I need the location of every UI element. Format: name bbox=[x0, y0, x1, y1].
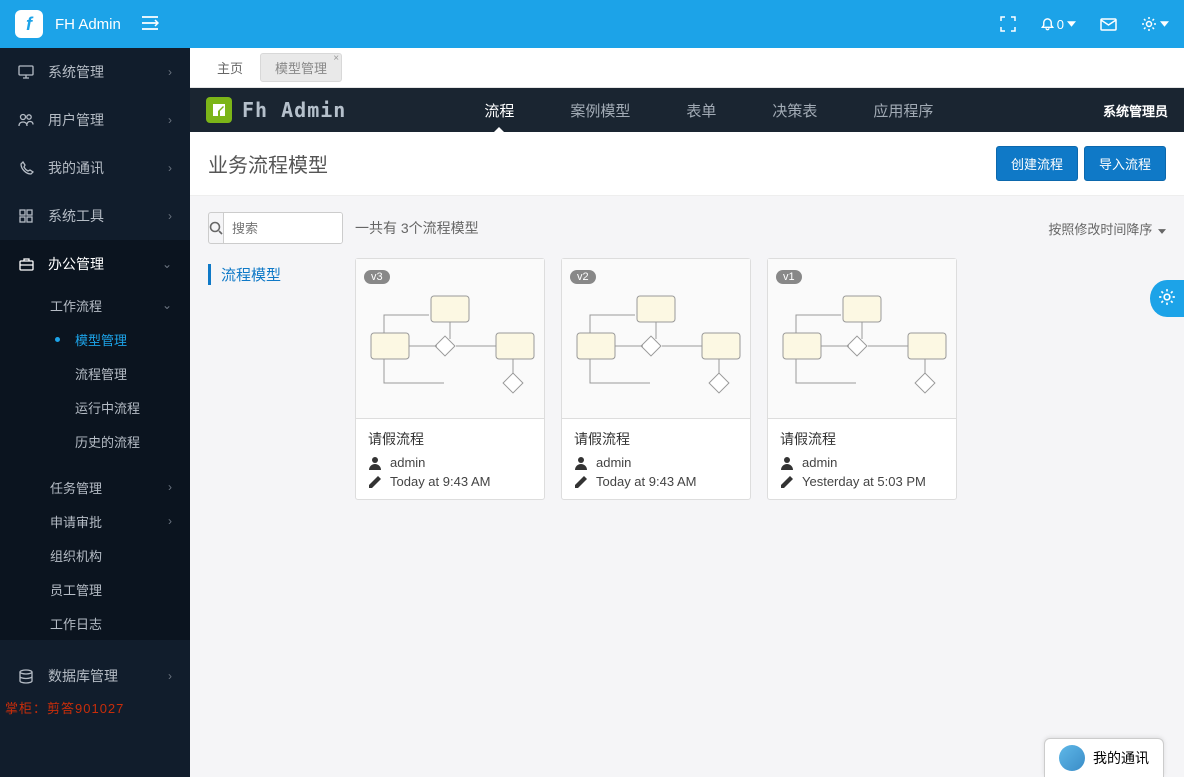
chevron-down-icon: ⌄ bbox=[162, 257, 172, 271]
sidebar-item-contacts[interactable]: 我的通讯 › bbox=[0, 144, 190, 192]
process-card[interactable]: v2 请假流程 admin Today at 9:43 AM bbox=[561, 258, 751, 500]
float-settings-icon[interactable] bbox=[1150, 280, 1184, 317]
sub-history-process[interactable]: 历史的流程 bbox=[0, 424, 190, 458]
version-badge: v2 bbox=[570, 270, 596, 284]
create-process-button[interactable]: 创建流程 bbox=[996, 146, 1078, 181]
inner-nav-app[interactable]: 应用程序 bbox=[845, 88, 961, 132]
sidebar-item-tools[interactable]: 系统工具 › bbox=[0, 192, 190, 240]
user-icon bbox=[368, 456, 382, 470]
monitor-icon bbox=[18, 65, 34, 79]
chevron-right-icon: › bbox=[168, 480, 172, 494]
fullscreen-icon[interactable] bbox=[1000, 16, 1016, 32]
sidebar-item-system[interactable]: 系统管理 › bbox=[0, 48, 190, 96]
version-badge: v3 bbox=[364, 270, 390, 284]
grid-icon bbox=[18, 209, 34, 223]
sidebar-item-database[interactable]: 数据库管理 › bbox=[0, 652, 190, 700]
chevron-right-icon: › bbox=[168, 669, 172, 683]
sub-process-mgmt[interactable]: 流程管理 bbox=[0, 356, 190, 390]
phone-icon bbox=[18, 161, 34, 176]
app-name: FH Admin bbox=[55, 16, 121, 33]
inner-logo-icon bbox=[206, 97, 232, 123]
card-title: 请假流程 bbox=[574, 429, 738, 449]
pencil-icon bbox=[368, 475, 382, 489]
user-icon bbox=[780, 456, 794, 470]
sub-task-mgmt[interactable]: 任务管理› bbox=[0, 470, 190, 504]
pencil-icon bbox=[574, 475, 588, 489]
inner-nav-process[interactable]: 流程 bbox=[456, 88, 542, 132]
import-process-button[interactable]: 导入流程 bbox=[1084, 146, 1166, 181]
sidebar-item-users[interactable]: 用户管理 › bbox=[0, 96, 190, 144]
settings-icon[interactable] bbox=[1141, 16, 1169, 32]
chevron-right-icon: › bbox=[168, 209, 172, 223]
sub-employee[interactable]: 员工管理 bbox=[0, 572, 190, 606]
process-card[interactable]: v3 请假流程 admin Today at 9:43 AM bbox=[355, 258, 545, 500]
workflow-thumb-icon bbox=[572, 291, 742, 409]
sort-dropdown[interactable]: 按照修改时间降序 bbox=[1048, 219, 1166, 238]
pencil-icon bbox=[780, 475, 794, 489]
briefcase-icon bbox=[18, 258, 34, 271]
search-box bbox=[208, 212, 343, 244]
sub-workflow[interactable]: 工作流程 ⌄ bbox=[0, 288, 190, 322]
watermark-text: 掌柜：剪答901027 bbox=[5, 698, 124, 717]
menu-toggle-icon[interactable] bbox=[141, 16, 159, 33]
sub-running-process[interactable]: 运行中流程 bbox=[0, 390, 190, 424]
sidebar-item-office[interactable]: 办公管理 ⌄ bbox=[0, 240, 190, 288]
chat-widget[interactable]: 我的通讯 bbox=[1044, 738, 1164, 777]
page-title: 业务流程模型 bbox=[208, 149, 990, 178]
workflow-thumb-icon bbox=[366, 291, 536, 409]
tab-home[interactable]: 主页 bbox=[202, 53, 258, 82]
chat-avatar-icon bbox=[1059, 745, 1085, 771]
inner-nav-case[interactable]: 案例模型 bbox=[542, 88, 658, 132]
chevron-right-icon: › bbox=[168, 161, 172, 175]
tab-model-mgmt[interactable]: 模型管理 × bbox=[260, 53, 342, 82]
card-title: 请假流程 bbox=[780, 429, 944, 449]
user-icon bbox=[574, 456, 588, 470]
page-tabs: 主页 模型管理 × bbox=[190, 48, 1184, 88]
chevron-right-icon: › bbox=[168, 65, 172, 79]
chevron-down-icon: ⌄ bbox=[162, 298, 172, 312]
process-card[interactable]: v1 请假流程 admin Yesterday at 5:03 PM bbox=[767, 258, 957, 500]
search-input[interactable] bbox=[224, 213, 343, 243]
notif-count: 0 bbox=[1057, 17, 1064, 32]
sidebar: 系统管理 › 用户管理 › 我的通讯 › 系统工具 › 办公管理 ⌄ 工作流程 … bbox=[0, 48, 190, 777]
sub-model-mgmt[interactable]: 模型管理 bbox=[0, 322, 190, 356]
sub-apply-approve[interactable]: 申请审批› bbox=[0, 504, 190, 538]
users-icon bbox=[18, 113, 34, 127]
active-dot-icon bbox=[55, 337, 60, 342]
search-button[interactable] bbox=[209, 213, 224, 243]
inner-app-header: Fh Admin 流程 案例模型 表单 决策表 应用程序 系统管理员 bbox=[190, 88, 1184, 132]
app-logo: f bbox=[15, 10, 43, 38]
chevron-right-icon: › bbox=[168, 113, 172, 127]
workflow-thumb-icon bbox=[778, 291, 948, 409]
mail-icon[interactable] bbox=[1100, 18, 1117, 31]
close-icon[interactable]: × bbox=[333, 53, 339, 64]
inner-user-label[interactable]: 系统管理员 bbox=[1103, 101, 1168, 120]
chevron-right-icon: › bbox=[168, 514, 172, 528]
version-badge: v1 bbox=[776, 270, 802, 284]
notification-icon[interactable]: 0 bbox=[1040, 17, 1076, 32]
sub-worklog[interactable]: 工作日志 bbox=[0, 606, 190, 640]
inner-nav-form[interactable]: 表单 bbox=[658, 88, 744, 132]
result-count: 一共有 3个流程模型 bbox=[355, 218, 479, 238]
sub-org[interactable]: 组织机构 bbox=[0, 538, 190, 572]
database-icon bbox=[18, 669, 34, 684]
inner-nav-decision[interactable]: 决策表 bbox=[744, 88, 845, 132]
side-category[interactable]: 流程模型 bbox=[208, 264, 343, 285]
card-title: 请假流程 bbox=[368, 429, 532, 449]
inner-logo: Fh Admin bbox=[206, 97, 346, 123]
